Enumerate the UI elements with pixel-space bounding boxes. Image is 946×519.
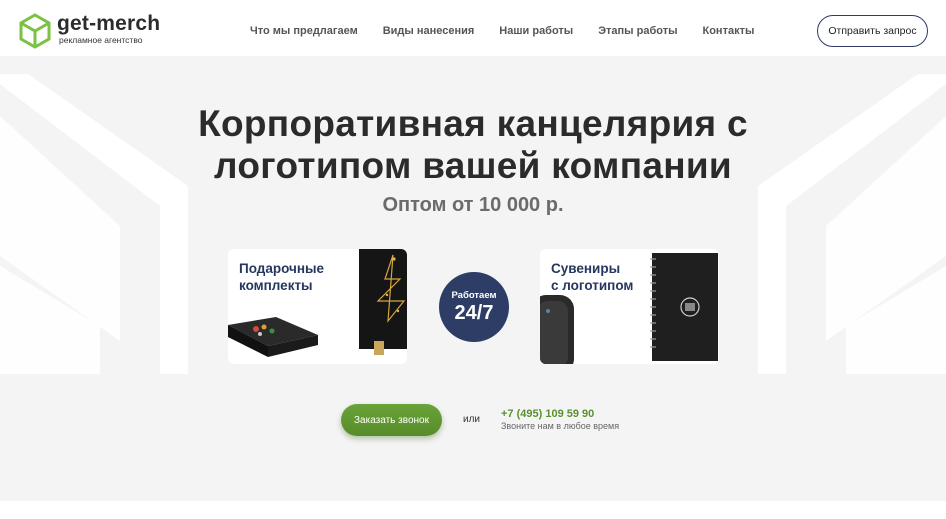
nav-item-stages[interactable]: Этапы работы	[598, 25, 677, 37]
nav-item-offer[interactable]: Что мы предлагаем	[250, 25, 358, 37]
card-gift-sets[interactable]: Подарочные комплекты	[228, 249, 407, 364]
site-header: get-merch рекламное агентство Что мы пре…	[0, 0, 946, 62]
souvenir-image	[540, 253, 718, 364]
badge-line1: Работаем	[451, 290, 497, 301]
main-nav: Что мы предлагаем Виды нанесения Наши ра…	[250, 25, 779, 37]
hero-title-line1: Корпоративная канцелярия с	[198, 103, 748, 144]
brand-tagline: рекламное агентство	[59, 35, 143, 45]
gift-set-image	[228, 249, 407, 357]
phone-link[interactable]: +7 (495) 109 59 90	[501, 408, 594, 420]
order-call-button[interactable]: Заказать звонок	[341, 404, 442, 436]
brand-name: get-merch	[57, 12, 161, 35]
phone-note: Звоните нам в любое время	[501, 421, 620, 431]
nav-item-contacts[interactable]: Контакты	[703, 25, 755, 37]
send-request-button[interactable]: Отправить запрос	[817, 15, 928, 47]
logo[interactable]: get-merch рекламное агентство	[19, 13, 160, 49]
card-souvenirs[interactable]: Сувениры с логотипом	[540, 249, 719, 364]
nav-item-works[interactable]: Наши работы	[499, 25, 573, 37]
works-24-7-badge: Работаем 24/7	[439, 272, 509, 342]
cube-logo-icon	[19, 13, 51, 49]
hero-title-line2: логотипом вашей компании	[214, 145, 732, 186]
nav-item-print-types[interactable]: Виды нанесения	[383, 25, 475, 37]
or-label: или	[463, 414, 481, 425]
hero-title: Корпоративная канцелярия с логотипом ваш…	[0, 103, 946, 187]
hero-subtitle: Оптом от 10 000 р.	[382, 194, 564, 216]
badge-line2: 24/7	[454, 302, 494, 324]
